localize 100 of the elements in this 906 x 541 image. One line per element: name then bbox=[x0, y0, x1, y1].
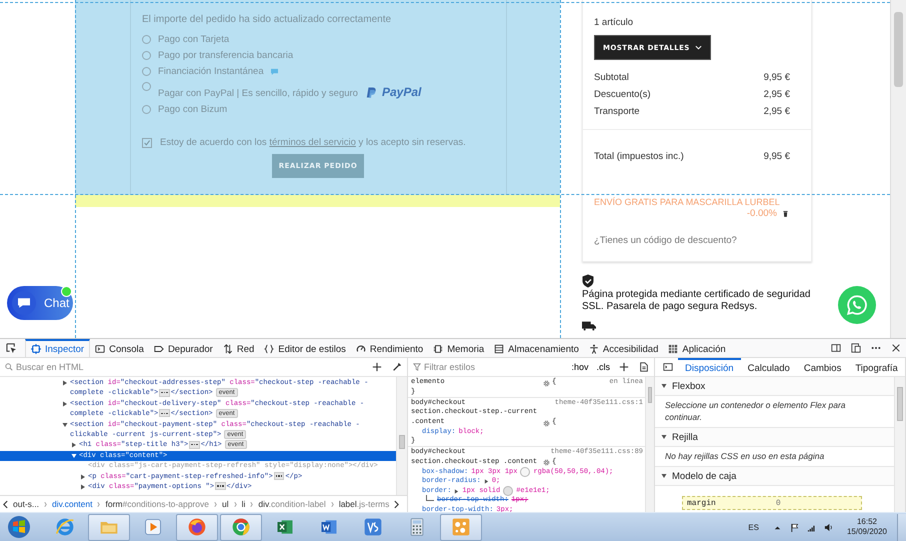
section-header[interactable]: Flexbox bbox=[655, 377, 894, 396]
signal-bars-icon[interactable] bbox=[806, 522, 816, 532]
summary-amount: 2,95 € bbox=[764, 106, 790, 117]
box-label: margin bbox=[687, 499, 716, 508]
taskbar-app[interactable] bbox=[176, 514, 218, 540]
breadcrumb-item[interactable]: out-s... bbox=[13, 499, 39, 509]
sidebar-tab[interactable]: Cambios bbox=[796, 358, 848, 376]
devtools-tab[interactable]: Accesibilidad bbox=[584, 339, 664, 357]
page-icon[interactable] bbox=[639, 362, 649, 372]
element-picker-icon[interactable] bbox=[6, 342, 17, 354]
triangle-icon[interactable] bbox=[62, 422, 68, 428]
plus-icon[interactable] bbox=[372, 362, 382, 372]
phone-bubble-icon bbox=[846, 294, 868, 316]
color-swatch[interactable] bbox=[503, 486, 514, 496]
taskbar-app[interactable] bbox=[220, 514, 262, 540]
section-header[interactable]: Modelo de caja bbox=[655, 467, 894, 486]
gear-icon[interactable] bbox=[543, 420, 550, 427]
terms-sentence: Estoy de acuerdo con los términos del servicio y los acepto sin reservas. bbox=[160, 137, 466, 148]
eyedropper-icon[interactable] bbox=[392, 362, 402, 372]
taskbar-app[interactable] bbox=[440, 514, 482, 540]
devtools-tab[interactable]: Inspector bbox=[25, 339, 90, 357]
gauge-icon bbox=[356, 344, 366, 354]
checkbox[interactable] bbox=[142, 138, 152, 148]
triangle-icon[interactable] bbox=[62, 400, 68, 407]
clock[interactable]: 16:52 15/09/2020 bbox=[846, 517, 887, 537]
window-icon[interactable] bbox=[851, 343, 861, 353]
globe-swoosh-icon bbox=[55, 517, 75, 537]
item-count: 1 artículo bbox=[594, 17, 634, 28]
devtools-tab[interactable]: Memoria bbox=[428, 339, 490, 357]
devtools-tab[interactable]: Consola bbox=[90, 339, 149, 357]
person-icon bbox=[588, 344, 599, 354]
fox-globe-icon bbox=[187, 517, 207, 537]
radio-button[interactable] bbox=[142, 50, 151, 60]
chevron-down-icon bbox=[694, 45, 702, 50]
hover-states-button[interactable]: :hov bbox=[567, 362, 592, 372]
devtools-tab[interactable]: Rendimiento bbox=[350, 339, 428, 357]
summary-label: Subtotal bbox=[594, 72, 629, 83]
promo-value: -0.00% bbox=[746, 208, 777, 219]
breadcrumb-item[interactable]: label.js-terms bbox=[338, 499, 390, 509]
triangle-icon[interactable] bbox=[454, 488, 460, 494]
gear-icon[interactable] bbox=[543, 459, 550, 466]
devtools-tab[interactable]: Red bbox=[218, 339, 260, 357]
discount-code-link[interactable]: ¿Tienes un código de descuento? bbox=[594, 235, 800, 246]
inspector-icon bbox=[31, 344, 41, 354]
sidebar-tab[interactable]: Tipografía bbox=[848, 358, 905, 376]
gear-icon[interactable] bbox=[543, 380, 550, 387]
dock-side-icon[interactable] bbox=[831, 343, 841, 353]
breadcrumb-item[interactable]: div.content bbox=[52, 499, 92, 509]
total-label: Total (impuestos inc.) bbox=[594, 151, 684, 162]
separator-chevron-icon bbox=[97, 500, 100, 508]
close-icon[interactable] bbox=[891, 343, 901, 353]
radio-button[interactable] bbox=[142, 104, 151, 114]
devtools-tab[interactable]: Almacenamiento bbox=[489, 339, 584, 357]
console-icon bbox=[95, 344, 106, 354]
devtools-tab[interactable]: Depurador bbox=[148, 339, 218, 357]
start-orb-icon bbox=[7, 515, 31, 539]
color-swatch[interactable] bbox=[520, 467, 530, 478]
search-field[interactable]: Buscar en HTML bbox=[13, 362, 367, 372]
filter-field[interactable]: Filtrar estilos bbox=[421, 362, 568, 372]
speaker-icon[interactable] bbox=[824, 522, 833, 532]
chevron-right-icon[interactable] bbox=[394, 500, 400, 508]
shield-check-icon bbox=[582, 274, 594, 288]
tag-shape-icon bbox=[154, 344, 164, 354]
language-indicator[interactable]: ES bbox=[748, 522, 759, 532]
triangle-icon bbox=[661, 383, 667, 389]
triangle-icon[interactable] bbox=[484, 479, 489, 484]
scrollbar[interactable] bbox=[890, 0, 906, 338]
breadcrumb-item[interactable]: form#conditions-to-approve bbox=[105, 499, 209, 509]
margin-value: 0 bbox=[776, 499, 781, 508]
radio-button[interactable] bbox=[142, 82, 151, 91]
breadcrumb-item[interactable]: ul bbox=[222, 499, 229, 509]
separator-chevron-icon bbox=[44, 500, 47, 508]
separator-chevron-icon bbox=[214, 500, 217, 508]
devtools-tab[interactable]: Aplicación bbox=[663, 339, 731, 357]
chevron-left-icon[interactable] bbox=[3, 500, 8, 508]
grid-icon bbox=[668, 344, 678, 354]
triangle-icon[interactable] bbox=[62, 380, 68, 386]
radio-button[interactable] bbox=[142, 34, 151, 44]
scrollbar[interactable] bbox=[894, 377, 905, 512]
chat-button[interactable]: Chat bbox=[7, 286, 73, 320]
devtools-tab[interactable]: Editor de estilos bbox=[259, 339, 351, 357]
sidebar-toggle-icon[interactable] bbox=[663, 362, 673, 372]
breadcrumb-item[interactable]: div.condition-label bbox=[258, 499, 326, 509]
sidebar-tab[interactable]: Calculado bbox=[740, 358, 797, 376]
speech-bubble-icon bbox=[12, 291, 36, 315]
flag-icon[interactable] bbox=[790, 522, 799, 532]
arrows-icon bbox=[222, 344, 233, 354]
scrollbar[interactable] bbox=[645, 377, 654, 512]
braces-icon bbox=[264, 344, 274, 354]
breadcrumb-item[interactable]: li bbox=[242, 499, 246, 509]
summary-label: Descuento(s) bbox=[594, 89, 650, 100]
app-tile-icon bbox=[363, 517, 383, 537]
radio-button[interactable] bbox=[142, 66, 151, 76]
scrollbar[interactable] bbox=[396, 377, 407, 495]
classes-button[interactable]: .cls bbox=[592, 362, 614, 372]
logo-wordmark: PayPal bbox=[382, 85, 422, 99]
trash-icon[interactable] bbox=[783, 210, 788, 217]
plus-icon[interactable] bbox=[619, 362, 629, 372]
speech-bubble-icon bbox=[270, 68, 279, 74]
section-header[interactable]: Rejilla bbox=[655, 428, 894, 447]
